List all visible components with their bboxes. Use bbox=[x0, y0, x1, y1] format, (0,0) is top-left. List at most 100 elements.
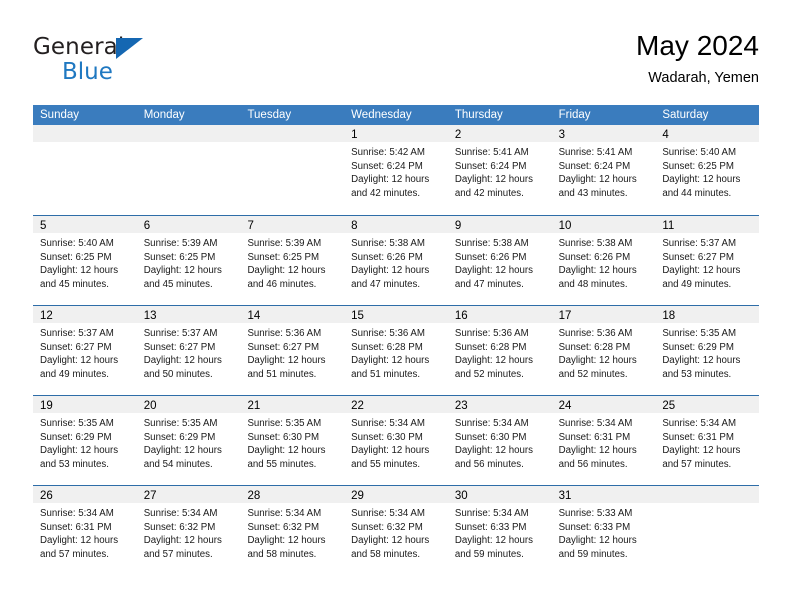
calendar-day-cell[interactable]: 21 Sunrise: 5:35 AM Sunset: 6:30 PM Dayligh… bbox=[240, 396, 345, 485]
day-detail-line: and 47 minutes. bbox=[351, 278, 421, 290]
day-number: 17 bbox=[558, 310, 572, 322]
day-detail-line: and 53 minutes. bbox=[662, 368, 732, 380]
calendar-day-cell[interactable]: 8 Sunrise: 5:38 AM Sunset: 6:26 PM Daylight… bbox=[344, 216, 448, 305]
day-number-band: 7 bbox=[240, 216, 345, 233]
calendar-day-cell[interactable]: 28 Sunrise: 5:34 AM Sunset: 6:32 PM Dayligh… bbox=[240, 486, 345, 575]
day-detail-line: Sunrise: 5:35 AM bbox=[40, 418, 114, 429]
day-detail-line: Daylight: 12 hours bbox=[247, 445, 326, 457]
day-detail-line: Sunset: 6:26 PM bbox=[454, 251, 527, 263]
calendar-day-cell[interactable]: 23 Sunrise: 5:34 AM Sunset: 6:30 PM Dayligh… bbox=[447, 396, 552, 485]
calendar-day-cell[interactable]: 22 Sunrise: 5:34 AM Sunset: 6:30 PM Dayligh… bbox=[344, 396, 448, 485]
day-detail-line: Daylight: 12 hours bbox=[558, 445, 637, 457]
calendar-day-cell[interactable]: 11 Sunrise: 5:37 AM Sunset: 6:27 PM Dayligh… bbox=[655, 216, 760, 305]
day-detail-line: Sunset: 6:25 PM bbox=[247, 251, 320, 263]
calendar-day-cell[interactable]: 9 Sunrise: 5:38 AM Sunset: 6:26 PM Daylight… bbox=[447, 216, 552, 305]
calendar-day-cell-empty bbox=[136, 125, 241, 215]
day-detail-line: Sunrise: 5:34 AM bbox=[351, 418, 425, 429]
day-number-band: 15 bbox=[344, 306, 448, 323]
title-block: May 2024 Wadarah, Yemen bbox=[636, 28, 759, 89]
day-number: 16 bbox=[454, 310, 468, 322]
day-of-week-sunday: Sunday bbox=[40, 109, 80, 121]
day-number-band: 27 bbox=[136, 486, 241, 503]
calendar-day-cell[interactable]: 3 Sunrise: 5:41 AM Sunset: 6:24 PM Daylight… bbox=[551, 125, 656, 215]
day-detail-line: Sunset: 6:29 PM bbox=[40, 431, 112, 443]
day-detail-line: Sunset: 6:26 PM bbox=[351, 251, 423, 263]
calendar-day-cell[interactable]: 31 Sunrise: 5:33 AM Sunset: 6:33 PM Dayligh… bbox=[551, 486, 656, 575]
day-details: Sunrise: 5:34 AM Sunset: 6:32 PM Daylight:… bbox=[240, 503, 344, 561]
day-detail-line: Sunset: 6:24 PM bbox=[558, 160, 631, 172]
day-detail-line: Sunrise: 5:40 AM bbox=[40, 238, 114, 249]
day-number-band: 25 bbox=[655, 396, 760, 413]
day-detail-line: Daylight: 12 hours bbox=[454, 535, 533, 547]
day-of-week-saturday: Saturday bbox=[662, 109, 709, 121]
calendar-day-cell[interactable]: 18 Sunrise: 5:35 AM Sunset: 6:29 PM Dayligh… bbox=[655, 306, 760, 395]
day-number: 24 bbox=[558, 400, 572, 412]
day-detail-line: and 55 minutes. bbox=[351, 458, 421, 470]
day-number-band: 17 bbox=[551, 306, 656, 323]
calendar-day-cell[interactable]: 10 Sunrise: 5:38 AM Sunset: 6:26 PM Dayligh… bbox=[551, 216, 656, 305]
day-detail-line: Daylight: 12 hours bbox=[662, 174, 741, 186]
day-detail-line: Sunrise: 5:39 AM bbox=[143, 238, 218, 249]
day-detail-line: Sunset: 6:28 PM bbox=[558, 341, 631, 353]
calendar-day-cell[interactable]: 4 Sunrise: 5:40 AM Sunset: 6:25 PM Daylight… bbox=[655, 125, 760, 215]
calendar-day-cell[interactable]: 7 Sunrise: 5:39 AM Sunset: 6:25 PM Daylight… bbox=[240, 216, 345, 305]
day-detail-line: Daylight: 12 hours bbox=[40, 535, 119, 547]
day-number-band: 10 bbox=[551, 216, 656, 233]
calendar-day-cell[interactable]: 13 Sunrise: 5:37 AM Sunset: 6:27 PM Dayligh… bbox=[136, 306, 241, 395]
day-details: Sunrise: 5:34 AM Sunset: 6:33 PM Daylight:… bbox=[448, 503, 552, 561]
day-number: 28 bbox=[247, 490, 261, 502]
day-number: 11 bbox=[662, 220, 675, 232]
day-number-band: 1 bbox=[344, 125, 448, 142]
day-number: 9 bbox=[454, 220, 462, 232]
day-details: Sunrise: 5:37 AM Sunset: 6:27 PM Daylight:… bbox=[655, 233, 759, 291]
day-detail-line: Daylight: 12 hours bbox=[662, 355, 741, 367]
day-number-band: 20 bbox=[136, 396, 241, 413]
day-detail-line: Daylight: 12 hours bbox=[351, 535, 430, 547]
calendar-day-cell[interactable]: 17 Sunrise: 5:36 AM Sunset: 6:28 PM Dayligh… bbox=[551, 306, 656, 395]
day-of-week-tuesday: Tuesday bbox=[247, 109, 292, 121]
day-detail-line: Sunset: 6:30 PM bbox=[247, 431, 320, 443]
calendar-day-cell[interactable]: 2 Sunrise: 5:41 AM Sunset: 6:24 PM Daylight… bbox=[447, 125, 552, 215]
day-number-band: 4 bbox=[655, 125, 760, 142]
day-detail-line: and 54 minutes. bbox=[143, 458, 213, 470]
day-details: Sunrise: 5:33 AM Sunset: 6:33 PM Daylight:… bbox=[552, 503, 656, 561]
day-number-band: 21 bbox=[240, 396, 345, 413]
day-number-band: 22 bbox=[344, 396, 448, 413]
day-detail-line: Sunset: 6:33 PM bbox=[454, 521, 527, 533]
calendar-day-cell[interactable]: 25 Sunrise: 5:34 AM Sunset: 6:31 PM Dayligh… bbox=[655, 396, 760, 485]
day-details: Sunrise: 5:37 AM Sunset: 6:27 PM Daylight:… bbox=[137, 323, 241, 381]
calendar-day-cell[interactable]: 19 Sunrise: 5:35 AM Sunset: 6:29 PM Dayligh… bbox=[33, 396, 137, 485]
day-details: Sunrise: 5:41 AM Sunset: 6:24 PM Daylight:… bbox=[448, 142, 552, 200]
day-number-band: 28 bbox=[240, 486, 345, 503]
calendar-day-cell[interactable]: 20 Sunrise: 5:35 AM Sunset: 6:29 PM Dayligh… bbox=[136, 396, 241, 485]
day-detail-line: Sunrise: 5:35 AM bbox=[662, 328, 737, 339]
day-detail-line: Sunrise: 5:41 AM bbox=[454, 147, 529, 158]
day-number-band: 19 bbox=[33, 396, 137, 413]
calendar-day-cell[interactable]: 14 Sunrise: 5:36 AM Sunset: 6:27 PM Dayligh… bbox=[240, 306, 345, 395]
day-detail-line: Sunset: 6:30 PM bbox=[351, 431, 423, 443]
day-number-band bbox=[136, 125, 241, 142]
calendar-day-cell[interactable]: 27 Sunrise: 5:34 AM Sunset: 6:32 PM Dayligh… bbox=[136, 486, 241, 575]
day-detail-line: Sunrise: 5:36 AM bbox=[247, 328, 322, 339]
calendar-weeks: 1 Sunrise: 5:42 AM Sunset: 6:24 PM Daylight… bbox=[33, 125, 760, 575]
calendar-day-cell[interactable]: 1 Sunrise: 5:42 AM Sunset: 6:24 PM Daylight… bbox=[344, 125, 448, 215]
day-detail-line: and 57 minutes. bbox=[40, 548, 109, 560]
calendar-day-cell[interactable]: 5 Sunrise: 5:40 AM Sunset: 6:25 PM Daylight… bbox=[33, 216, 137, 305]
calendar-day-cell[interactable]: 6 Sunrise: 5:39 AM Sunset: 6:25 PM Daylight… bbox=[136, 216, 241, 305]
day-number-band bbox=[33, 125, 137, 142]
calendar-week-row: 26 Sunrise: 5:34 AM Sunset: 6:31 PM Dayligh… bbox=[33, 485, 760, 575]
calendar-day-cell[interactable]: 16 Sunrise: 5:36 AM Sunset: 6:28 PM Dayligh… bbox=[447, 306, 552, 395]
calendar-day-cell[interactable]: 15 Sunrise: 5:36 AM Sunset: 6:28 PM Dayligh… bbox=[344, 306, 448, 395]
day-of-week-wednesday: Wednesday bbox=[351, 109, 412, 121]
calendar-day-cell[interactable]: 29 Sunrise: 5:34 AM Sunset: 6:32 PM Dayligh… bbox=[344, 486, 448, 575]
calendar-page: General Blue May 2024 Wadarah, Yemen Sun… bbox=[0, 0, 792, 612]
day-detail-line: Sunset: 6:24 PM bbox=[351, 160, 423, 172]
day-detail-line: Daylight: 12 hours bbox=[558, 174, 637, 186]
calendar-day-cell[interactable]: 26 Sunrise: 5:34 AM Sunset: 6:31 PM Dayligh… bbox=[33, 486, 137, 575]
day-number: 21 bbox=[247, 400, 261, 412]
calendar-day-cell[interactable]: 12 Sunrise: 5:37 AM Sunset: 6:27 PM Dayligh… bbox=[33, 306, 137, 395]
day-detail-line: and 49 minutes. bbox=[40, 368, 109, 380]
calendar-day-cell[interactable]: 24 Sunrise: 5:34 AM Sunset: 6:31 PM Dayligh… bbox=[551, 396, 656, 485]
calendar-day-cell[interactable]: 30 Sunrise: 5:34 AM Sunset: 6:33 PM Dayligh… bbox=[447, 486, 552, 575]
day-number: 7 bbox=[247, 220, 254, 232]
